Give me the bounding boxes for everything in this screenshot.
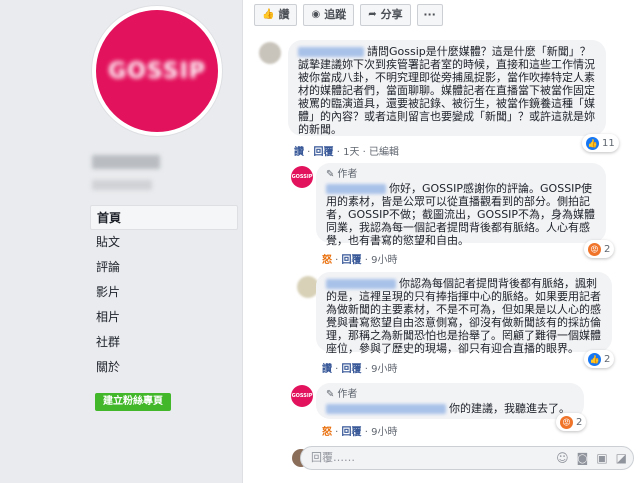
commenter-name-blurred[interactable] xyxy=(298,47,364,57)
author-badge: ✎ 作者 xyxy=(326,388,574,401)
share-button[interactable]: ➦ 分享 xyxy=(360,4,411,26)
gossip-avatar[interactable]: GOSSIP xyxy=(291,385,313,407)
reply-tools: ☺ ◙ ▣ ◪ xyxy=(556,447,627,469)
more-options-button[interactable]: ··· xyxy=(416,4,443,26)
pencil-icon: ✎ xyxy=(326,169,335,180)
comment-text: 請問Gossip是什麼媒體？這是什麼「新聞」？誠摯建議妳下次到疾管署記者室的時候… xyxy=(298,45,595,136)
follow-label: 追蹤 xyxy=(324,8,347,21)
author-label: 作者 xyxy=(337,169,358,180)
gossip-avatar[interactable]: GOSSIP xyxy=(291,166,313,188)
comment-bubble: 請問Gossip是什麼媒體？這是什麼「新聞」？誠摯建議妳下次到疾管署記者室的時候… xyxy=(288,40,606,136)
angry-reaction-icon: 😡 xyxy=(560,415,573,429)
emoji-icon[interactable]: ☺ xyxy=(556,447,569,469)
reply-author-name-blurred[interactable] xyxy=(326,404,446,414)
reply-angry-link[interactable]: 怒 xyxy=(322,427,332,438)
like-page-label: 讚 xyxy=(278,8,290,21)
sidebar-item-community[interactable]: 社群 xyxy=(90,330,238,355)
reaction-summary[interactable]: 👍 11 xyxy=(582,134,619,152)
reply-bubble: ✎ 作者 你好，GOSSIP感謝你的評論。GOSSIP使用的素材，皆是公眾可以從直… xyxy=(316,163,606,247)
post-action-bar: 👍 讚 ◉ 追蹤 ➦ 分享 ··· xyxy=(254,4,443,26)
commenter-avatar[interactable] xyxy=(259,42,281,64)
comment-like-link[interactable]: 讚 xyxy=(294,147,304,158)
comment-reply-link[interactable]: 回覆 xyxy=(314,147,334,158)
page-logo-text: GOSSIP xyxy=(108,58,206,84)
reply-reply-link[interactable]: 回覆 xyxy=(342,255,362,266)
rss-icon: ◉ xyxy=(311,9,321,20)
reply-author-name-blurred[interactable] xyxy=(326,184,386,194)
reply-meta: 讚 · 回覆 · 9小時 xyxy=(322,364,398,375)
reply-placeholder: 回覆…… xyxy=(311,451,355,464)
commenter-name-blurred[interactable] xyxy=(326,279,396,289)
page-name-blurred[interactable] xyxy=(92,155,160,169)
angry-reaction-icon: 😡 xyxy=(588,242,601,256)
share-label: 分享 xyxy=(380,8,403,21)
reply-time[interactable]: 9小時 xyxy=(371,255,397,266)
sidebar-item-photos[interactable]: 相片 xyxy=(90,305,238,330)
reaction-count: 2 xyxy=(576,416,583,428)
left-sidebar: GOSSIP 首頁 貼文 評論 影片 相片 社群 關於 建立粉絲專頁 xyxy=(0,0,242,483)
reply-angry-link[interactable]: 怒 xyxy=(322,255,332,266)
reaction-count: 2 xyxy=(604,243,611,255)
reaction-summary[interactable]: 😡 2 xyxy=(556,413,587,431)
reply-meta: 怒 · 回覆 · 9小時 xyxy=(322,255,398,266)
reply-reply-link[interactable]: 回覆 xyxy=(342,364,362,375)
reply-input[interactable]: 回覆…… ☺ ◙ ▣ ◪ xyxy=(300,446,634,470)
reply-bubble: ✎ 作者 你的建議，我聽進去了。 xyxy=(316,383,584,419)
gif-icon[interactable]: ▣ xyxy=(596,447,607,469)
sidebar-item-reviews[interactable]: 評論 xyxy=(90,255,238,280)
reaction-summary[interactable]: 👍 2 xyxy=(584,350,615,368)
reaction-count: 11 xyxy=(602,137,615,149)
author-label: 作者 xyxy=(337,389,358,400)
create-page-button[interactable]: 建立粉絲專頁 xyxy=(95,393,171,411)
sidebar-item-videos[interactable]: 影片 xyxy=(90,280,238,305)
author-badge: ✎ 作者 xyxy=(326,168,596,181)
camera-icon[interactable]: ◙ xyxy=(577,447,589,469)
pencil-icon: ✎ xyxy=(326,389,335,400)
sticker-icon[interactable]: ◪ xyxy=(616,447,627,469)
comment-time[interactable]: 1天 xyxy=(343,147,359,158)
like-reaction-icon: 👍 xyxy=(586,136,599,150)
sidebar-item-about[interactable]: 關於 xyxy=(90,355,238,380)
follow-button[interactable]: ◉ 追蹤 xyxy=(303,4,355,26)
reaction-summary[interactable]: 😡 2 xyxy=(584,240,615,258)
like-reaction-icon: 👍 xyxy=(588,352,601,366)
reply-text: 你的建議，我聽進去了。 xyxy=(449,402,570,415)
reply-reply-link[interactable]: 回覆 xyxy=(342,427,362,438)
sidebar-item-posts[interactable]: 貼文 xyxy=(90,230,238,255)
page-avatar[interactable]: GOSSIP xyxy=(92,6,222,136)
comment-edited: 已編輯 xyxy=(369,147,400,158)
sidebar-nav: 首頁 貼文 評論 影片 相片 社群 關於 xyxy=(90,205,238,380)
page-handle-blurred[interactable] xyxy=(92,180,152,190)
reply-time[interactable]: 9小時 xyxy=(371,364,397,375)
like-page-button[interactable]: 👍 讚 xyxy=(254,4,298,26)
reply-bubble: 你認為每個記者提問背後都有脈絡，諷刺的是，這裡呈現的只有捧指揮中心的脈絡。如果要… xyxy=(316,272,612,355)
reaction-count: 2 xyxy=(604,353,611,365)
share-icon: ➦ xyxy=(368,9,377,20)
reply-meta: 怒 · 回覆 · 9小時 xyxy=(322,427,398,438)
reply-time[interactable]: 9小時 xyxy=(371,427,397,438)
comment-meta: 讚 · 回覆 · 1天 · 已編輯 xyxy=(294,147,400,158)
reply-like-link[interactable]: 讚 xyxy=(322,364,332,375)
thumbs-up-icon: 👍 xyxy=(262,9,275,20)
sidebar-item-home[interactable]: 首頁 xyxy=(90,205,238,230)
